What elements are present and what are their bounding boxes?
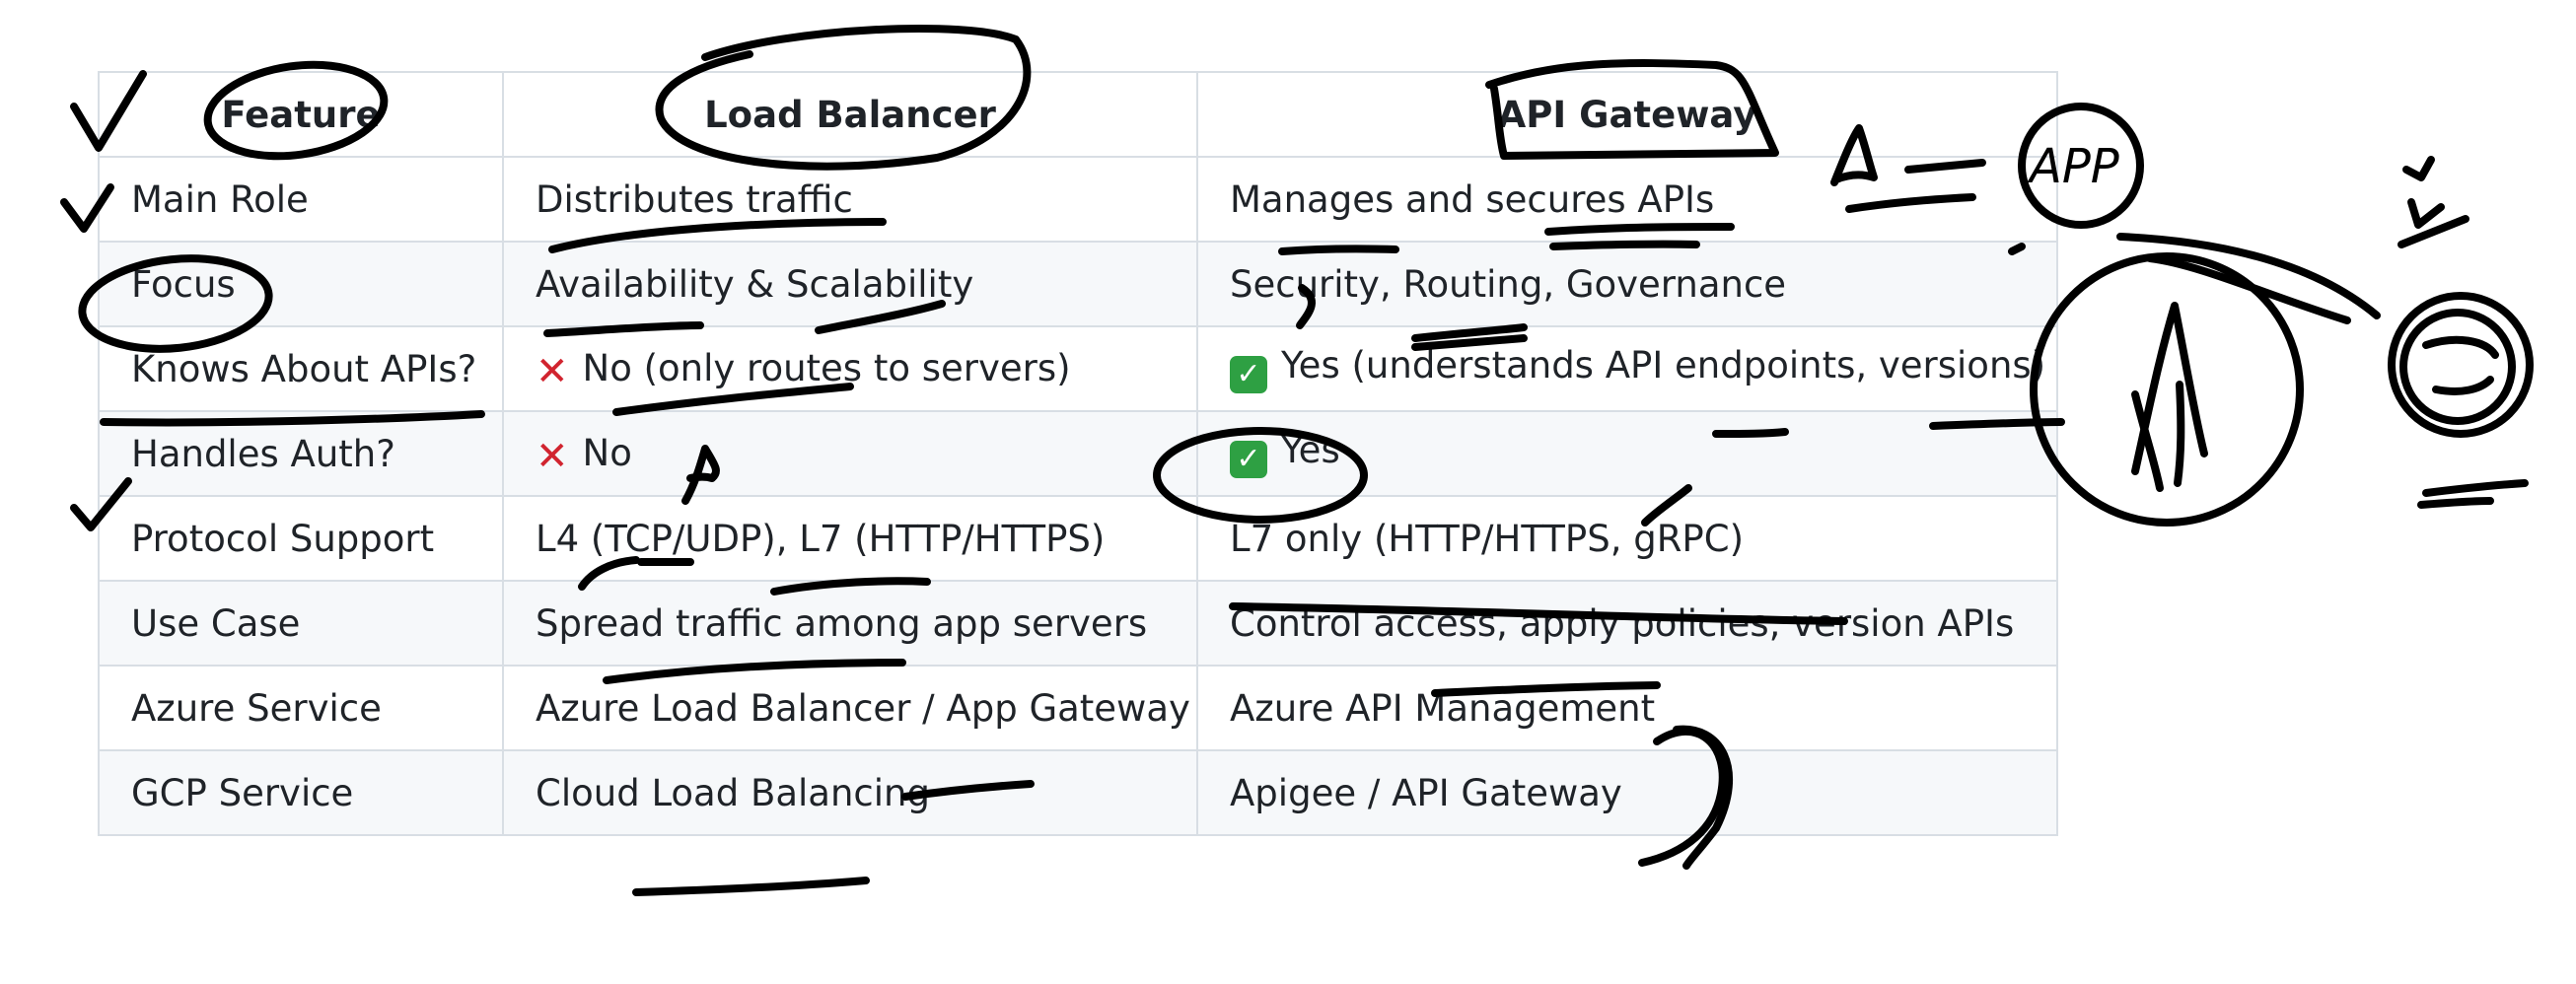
load-balancer-cell: Spread traffic among app servers — [502, 580, 1198, 667]
cross-mark-icon: ✕ — [536, 348, 569, 394]
sketch-circle-annotation — [2399, 309, 2516, 425]
header-row: Feature Load Balancer API Gateway — [98, 71, 2058, 158]
cell-text: Yes — [1281, 429, 1340, 471]
cell-text: Spread traffic among app servers — [536, 601, 1148, 645]
load-balancer-cell: Cloud Load Balancing — [502, 749, 1198, 836]
sketch-circle-annotation — [2388, 292, 2534, 438]
api-gateway-cell: ✓ Yes (understands API endpoints, version… — [1196, 325, 2058, 412]
sketch-annotation — [2422, 335, 2499, 395]
api-gateway-cell: Manages and secures APIs — [1196, 156, 2058, 243]
table-row: Handles Auth? ✕ No ✓ Yes — [98, 410, 2058, 497]
cell-text: Control access, apply policies, version … — [1230, 601, 2015, 645]
load-balancer-cell: ✕ No — [502, 410, 1198, 497]
comparison-table: Feature Load Balancer API Gateway Main R… — [98, 71, 2058, 836]
sketch-annotation — [2146, 254, 2351, 324]
underline-annotation — [632, 877, 870, 896]
feature-cell: Azure Service — [98, 665, 504, 751]
feature-cell: GCP Service — [98, 749, 504, 836]
api-gateway-cell: Azure API Management — [1196, 665, 2058, 751]
check-mark-icon: ✓ — [1230, 356, 1267, 393]
sketch-annotation — [2131, 302, 2208, 475]
table-row: Main Role Distributes traffic Manages an… — [98, 156, 2058, 243]
api-gateway-cell: L7 only (HTTP/HTTPS, gRPC) — [1196, 495, 2058, 582]
cell-text: Cloud Load Balancing — [536, 771, 930, 814]
table-row: Focus Availability & Scalability Securit… — [98, 241, 2058, 327]
load-balancer-cell: Azure Load Balancer / App Gateway — [502, 665, 1198, 751]
cell-text: L4 (TCP/UDP), L7 (HTTP/HTTPS) — [536, 517, 1106, 560]
cell-text: Availability & Scalability — [536, 262, 974, 306]
table-row: Knows About APIs? ✕ No (only routes to se… — [98, 325, 2058, 412]
feature-cell: Handles Auth? — [98, 410, 504, 497]
cell-text: Manages and secures APIs — [1230, 177, 1715, 221]
sketch-annotation — [2417, 497, 2494, 509]
api-gateway-cell: Control access, apply policies, version … — [1196, 580, 2058, 667]
sketch-circle-annotation — [2030, 252, 2304, 527]
feature-cell: Main Role — [98, 156, 504, 243]
header-feature: Feature — [98, 71, 504, 158]
cell-text: Azure API Management — [1230, 686, 1656, 730]
annotated-comparison-sheet: Feature Load Balancer API Gateway Main R… — [0, 0, 2576, 984]
cell-text: Distributes traffic — [536, 177, 853, 221]
cross-mark-icon: ✕ — [536, 433, 569, 479]
cell-text: No (only routes to servers) — [582, 346, 1071, 389]
feature-cell: Use Case — [98, 580, 504, 667]
load-balancer-cell: L4 (TCP/UDP), L7 (HTTP/HTTPS) — [502, 495, 1198, 582]
sketch-annotation — [2407, 198, 2445, 229]
load-balancer-cell: Availability & Scalability — [502, 241, 1198, 327]
table-row: Protocol Support L4 (TCP/UDP), L7 (HTTP/… — [98, 495, 2058, 582]
check-mark-icon: ✓ — [1230, 441, 1267, 478]
cell-text: Security, Routing, Governance — [1230, 262, 1787, 306]
sketch-annotation — [2422, 479, 2529, 497]
api-gateway-cell: Apigee / API Gateway — [1196, 749, 2058, 836]
table-row: GCP Service Cloud Load Balancing Apigee … — [98, 749, 2058, 836]
header-load-balancer: Load Balancer — [502, 71, 1198, 158]
feature-cell: Knows About APIs? — [98, 325, 504, 412]
load-balancer-cell: ✕ No (only routes to servers) — [502, 325, 1198, 412]
cell-text: Apigee / API Gateway — [1230, 771, 1622, 814]
sketch-annotation — [2131, 381, 2185, 492]
api-gateway-cell: ✓ Yes — [1196, 410, 2058, 497]
load-balancer-cell: Distributes traffic — [502, 156, 1198, 243]
table-row: Use Case Spread traffic among app server… — [98, 580, 2058, 667]
sketch-annotation — [2397, 215, 2469, 248]
api-gateway-cell: Security, Routing, Governance — [1196, 241, 2058, 327]
cell-text: Azure Load Balancer / App Gateway — [536, 686, 1190, 730]
sketch-annotation — [2116, 233, 2381, 319]
table-row: Azure Service Azure Load Balancer / App … — [98, 665, 2058, 751]
feature-cell: Protocol Support — [98, 495, 504, 582]
cell-text: Yes (understands API endpoints, versions… — [1281, 344, 2046, 387]
sketch-annotation — [2402, 156, 2435, 181]
cell-text: No — [582, 431, 632, 474]
cell-text: L7 only (HTTP/HTTPS, gRPC) — [1230, 517, 1744, 560]
feature-cell: Focus — [98, 241, 504, 327]
header-api-gateway: API Gateway — [1196, 71, 2058, 158]
